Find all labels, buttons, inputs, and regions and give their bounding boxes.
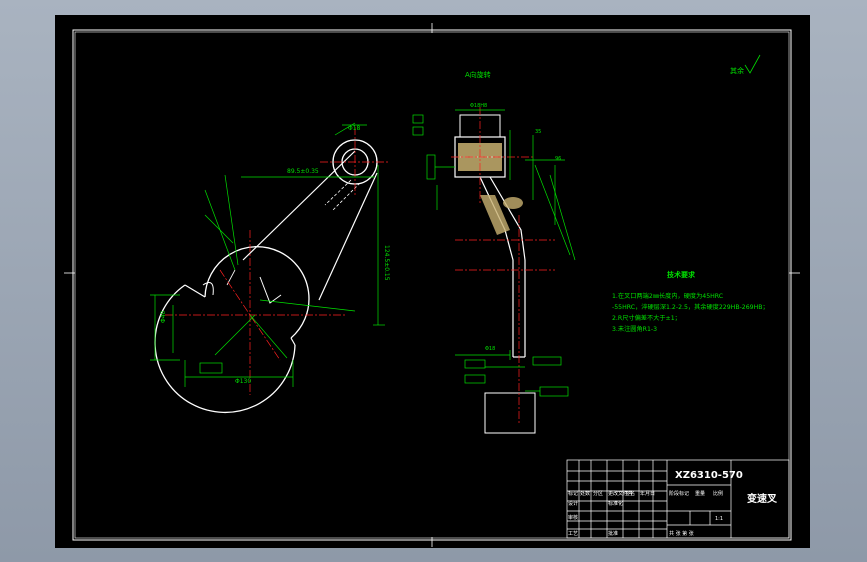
inner-sheet-frame	[74, 31, 790, 539]
section-label: A向旋转	[465, 70, 491, 79]
svg-text:Φ18H8: Φ18H8	[470, 103, 487, 109]
sign-label: 签名	[625, 490, 635, 497]
tech-req-line-2: -55HRC，淬硬层深1.2-2.5，其余硬度229HB-269HB；	[612, 303, 769, 311]
fork-side-view	[454, 114, 536, 434]
surface-finish-mark: 其余	[730, 54, 761, 75]
svg-text:其余: 其余	[730, 66, 744, 75]
side-dim-text: Φ18H8 35 96 Φ18	[470, 103, 561, 352]
svg-text:96: 96	[555, 156, 561, 162]
tech-requirements: 技术要求 1.在叉口两端2㎜长度内，硬度为45HRC -55HRC，淬硬层深1.…	[612, 270, 769, 333]
cad-drawing: 89.5±0.35 124.5±0.15 Φ40 Φ130 Φ18 Φ18H8 …	[64, 23, 800, 547]
checker-label: 审核	[568, 514, 578, 521]
scale-label: 比例	[713, 490, 723, 497]
process-label: 工艺	[568, 531, 578, 537]
svg-text:Φ130: Φ130	[235, 378, 251, 385]
svg-text:124.5±0.15: 124.5±0.15	[383, 245, 390, 281]
fork-dim-text: 89.5±0.35 124.5±0.15 Φ40 Φ130 Φ18	[160, 125, 390, 385]
outer-sheet-frame	[72, 29, 792, 541]
stage-label: 阶段标记	[669, 490, 689, 497]
approve-label: 批准	[608, 530, 618, 537]
fork-dimensions	[150, 122, 385, 387]
std-label: 标准化	[608, 500, 623, 507]
drawing-number: XZ6310-570	[675, 470, 743, 481]
svg-text:Φ18: Φ18	[348, 125, 361, 132]
tech-req-line-1: 1.在叉口两端2㎜长度内，硬度为45HRC	[612, 292, 723, 300]
designer-label: 设计	[568, 500, 578, 507]
svg-text:Φ18: Φ18	[485, 346, 495, 352]
count-label: 处数	[580, 490, 590, 497]
sheet-label: 共 张 第 张	[669, 530, 694, 537]
zone-label: 分区	[593, 490, 603, 497]
svg-text:35: 35	[535, 129, 541, 135]
svg-text:89.5±0.35: 89.5±0.35	[287, 168, 319, 175]
drawing-canvas[interactable]: 89.5±0.35 124.5±0.15 Φ40 Φ130 Φ18 Φ18H8 …	[55, 15, 810, 548]
weight-label: 重量	[695, 490, 705, 497]
rev-label: 标记	[568, 490, 578, 497]
scale-value: 1:1	[715, 516, 723, 522]
svg-text:Φ40: Φ40	[160, 310, 167, 323]
date-label: 年月日	[640, 490, 655, 497]
tech-req-line-4: 3.未注圆角R1-3	[612, 325, 657, 333]
fork-front-view	[154, 139, 378, 413]
part-name: 变速叉	[747, 492, 778, 505]
tech-requirements-title: 技术要求	[667, 270, 696, 279]
tech-req-line-3: 2.R尺寸偏差不大于±1；	[612, 314, 681, 322]
fork-centerlines	[165, 127, 390, 395]
